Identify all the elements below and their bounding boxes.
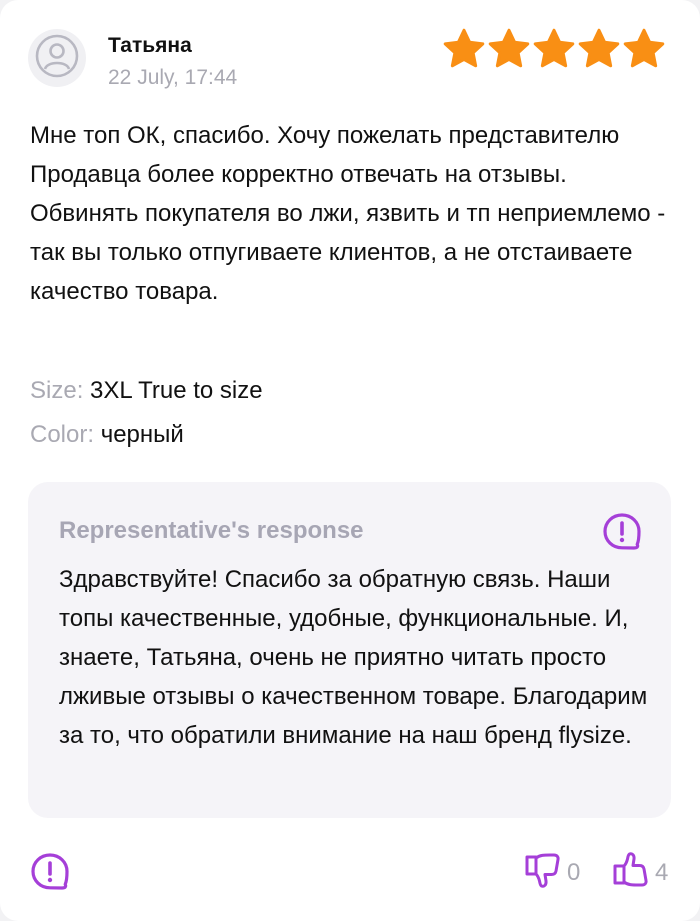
author-name: Татьяна xyxy=(108,34,192,57)
review-text: Мне топ ОК, спасибо. Хочу пожелать предс… xyxy=(30,122,666,305)
color-value: черный xyxy=(100,421,184,448)
star-icon xyxy=(487,28,531,70)
star-icon xyxy=(532,28,576,70)
like-count: 4 xyxy=(655,858,669,886)
size-attribute: Size: 3XL True to size xyxy=(30,376,263,406)
star-icon xyxy=(577,28,621,70)
dislike-count: 0 xyxy=(567,858,581,886)
user-avatar-icon xyxy=(34,33,80,84)
size-value: 3XL True to size xyxy=(90,377,263,404)
rating-stars xyxy=(442,28,666,70)
response-title: Representative's response xyxy=(59,517,364,544)
response-text: Здравствуйте! Спасибо за обратную связь.… xyxy=(59,566,648,749)
report-icon[interactable] xyxy=(601,511,643,558)
star-icon xyxy=(442,28,486,70)
thumbs-down-icon xyxy=(523,849,563,896)
dislike-button[interactable]: 0 xyxy=(523,849,580,896)
like-button[interactable]: 4 xyxy=(611,849,668,896)
thumbs-up-icon xyxy=(611,849,651,896)
review-date: 22 July, 17:44 xyxy=(108,66,238,89)
color-attribute: Color: черный xyxy=(30,420,184,450)
avatar xyxy=(28,29,86,87)
report-icon[interactable] xyxy=(29,851,71,898)
representative-response: Representative's response Здравствуйте! … xyxy=(28,482,671,818)
size-label: Size: xyxy=(30,377,84,404)
color-label: Color: xyxy=(30,421,95,448)
star-icon xyxy=(622,28,666,70)
review-card: Татьяна 22 July, 17:44 Мне топ ОК, спаси… xyxy=(0,0,700,921)
